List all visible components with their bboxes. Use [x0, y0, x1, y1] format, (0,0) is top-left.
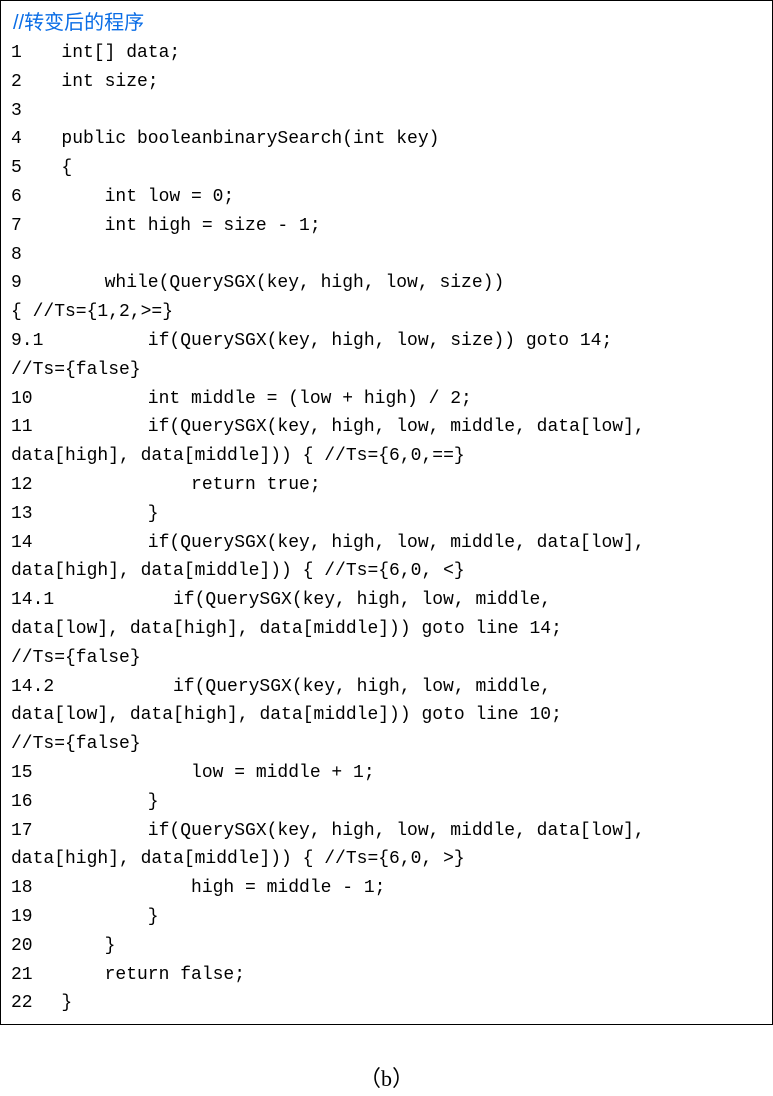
code-line: 17 if(QuerySGX(key, high, low, middle, d…: [11, 817, 762, 846]
code-line: 1int[] data;: [11, 39, 762, 68]
code-line: 9 while(QuerySGX(key, high, low, size)): [11, 269, 762, 298]
code-line: 5{: [11, 154, 762, 183]
code-line: 9.1 if(QuerySGX(key, high, low, size)) g…: [11, 327, 762, 356]
code-line: 8: [11, 241, 762, 270]
code-line: 15 low = middle + 1;: [11, 759, 762, 788]
code-wrap-line: data[high], data[middle])) { //Ts={6,0, …: [11, 557, 762, 586]
code-line: 22}: [11, 989, 762, 1018]
code-line: 14.2 if(QuerySGX(key, high, low, middle,: [11, 673, 762, 702]
code-wrap-line: //Ts={false}: [11, 644, 762, 673]
code-line: 10 int middle = (low + high) / 2;: [11, 385, 762, 414]
code-line: 19 }: [11, 903, 762, 932]
code-wrap-line: //Ts={false}: [11, 356, 762, 385]
code-line: 12 return true;: [11, 471, 762, 500]
code-line: 4public booleanbinarySearch(int key): [11, 125, 762, 154]
code-wrap-line: data[low], data[high], data[middle])) go…: [11, 615, 762, 644]
code-line: 20 }: [11, 932, 762, 961]
code-line: 14 if(QuerySGX(key, high, low, middle, d…: [11, 529, 762, 558]
figure-caption: （b）: [0, 1061, 773, 1096]
code-wrap-line: { //Ts={1,2,>=}: [11, 298, 762, 327]
code-line: 14.1 if(QuerySGX(key, high, low, middle,: [11, 586, 762, 615]
code-line: 18 high = middle - 1;: [11, 874, 762, 903]
code-line: 21 return false;: [11, 961, 762, 990]
code-block: //转变后的程序 1int[] data; 2int size; 3 4publ…: [0, 0, 773, 1025]
code-line: 11 if(QuerySGX(key, high, low, middle, d…: [11, 413, 762, 442]
code-wrap-line: //Ts={false}: [11, 730, 762, 759]
code-wrap-line: data[high], data[middle])) { //Ts={6,0,=…: [11, 442, 762, 471]
code-line: 6 int low = 0;: [11, 183, 762, 212]
code-wrap-line: data[high], data[middle])) { //Ts={6,0, …: [11, 845, 762, 874]
code-wrap-line: data[low], data[high], data[middle])) go…: [11, 701, 762, 730]
code-line: 2int size;: [11, 68, 762, 97]
header-comment: //转变后的程序: [11, 7, 762, 39]
code-line: 3: [11, 97, 762, 126]
code-line: 7 int high = size - 1;: [11, 212, 762, 241]
code-line: 13 }: [11, 500, 762, 529]
code-line: 16 }: [11, 788, 762, 817]
